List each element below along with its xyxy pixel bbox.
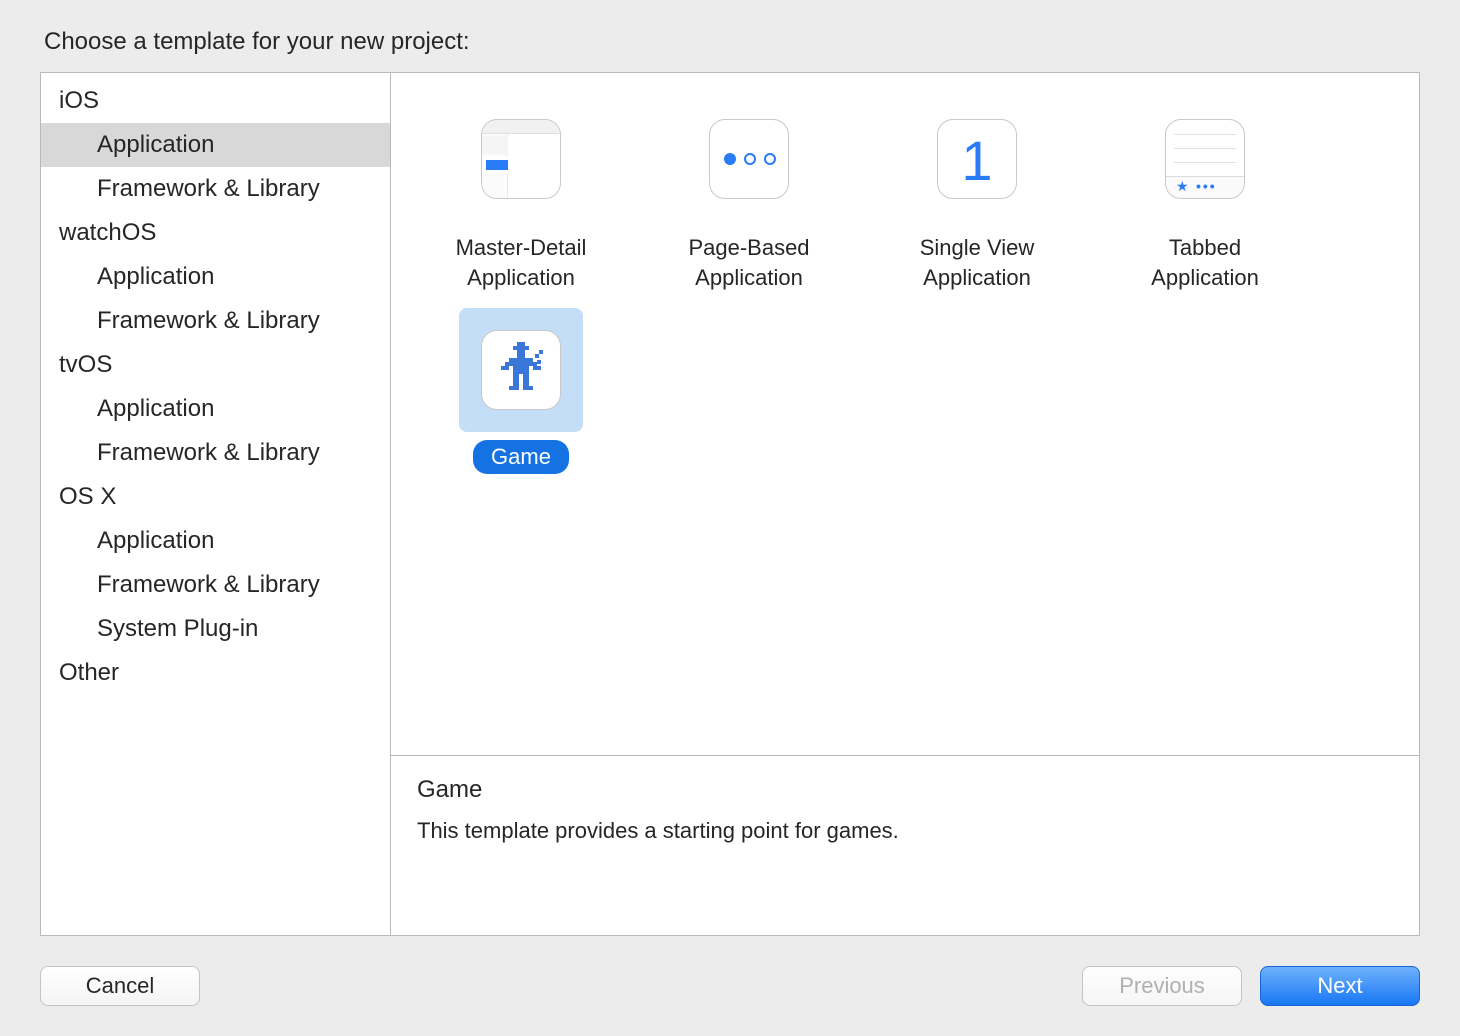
sidebar-item-watchos-application[interactable]: Application [41, 255, 390, 299]
master-detail-icon [481, 119, 561, 199]
template-label: Single View Application [877, 229, 1077, 296]
sidebar-header-other[interactable]: Other [41, 651, 390, 695]
template-label: Master-Detail Application [421, 229, 621, 296]
sidebar-item-tvos-framework[interactable]: Framework & Library [41, 431, 390, 475]
description-pane: Game This template provides a starting p… [391, 755, 1419, 935]
template-label: Game [473, 440, 569, 474]
sidebar-item-osx-application[interactable]: Application [41, 519, 390, 563]
next-button[interactable]: Next [1260, 966, 1420, 1006]
sidebar-header-tvos: tvOS [41, 343, 390, 387]
template-single-view[interactable]: 1 Single View Application [877, 91, 1077, 296]
platform-sidebar: iOS Application Framework & Library watc… [41, 73, 391, 935]
main-panel: iOS Application Framework & Library watc… [40, 72, 1420, 936]
cancel-button[interactable]: Cancel [40, 966, 200, 1006]
sidebar-item-watchos-framework[interactable]: Framework & Library [41, 299, 390, 343]
sidebar-header-osx: OS X [41, 475, 390, 519]
page-based-icon [709, 119, 789, 199]
dialog-footer: Cancel Previous Next [40, 936, 1420, 1006]
sidebar-item-ios-application[interactable]: Application [41, 123, 390, 167]
previous-button: Previous [1082, 966, 1242, 1006]
sidebar-item-osx-framework[interactable]: Framework & Library [41, 563, 390, 607]
sidebar-item-osx-plugin[interactable]: System Plug-in [41, 607, 390, 651]
template-master-detail[interactable]: Master-Detail Application [421, 91, 621, 296]
template-main: Master-Detail Application Page-Based App… [391, 73, 1419, 935]
sidebar-item-tvos-application[interactable]: Application [41, 387, 390, 431]
template-page-based[interactable]: Page-Based Application [649, 91, 849, 296]
template-chooser-dialog: Choose a template for your new project: … [0, 0, 1460, 1036]
template-label: Page-Based Application [649, 229, 849, 296]
template-grid: Master-Detail Application Page-Based App… [391, 73, 1419, 755]
description-title: Game [417, 776, 1393, 804]
description-body: This template provides a starting point … [417, 818, 1393, 844]
single-view-icon: 1 [937, 119, 1017, 199]
dialog-title: Choose a template for your new project: [40, 28, 1420, 56]
template-tabbed[interactable]: ★ ••• Tabbed Application [1105, 91, 1305, 296]
tabbed-icon: ★ ••• [1165, 119, 1245, 199]
game-icon [481, 330, 561, 410]
template-game[interactable]: Game [421, 302, 621, 474]
sidebar-item-ios-framework[interactable]: Framework & Library [41, 167, 390, 211]
template-label: Tabbed Application [1105, 229, 1305, 296]
sidebar-header-watchos: watchOS [41, 211, 390, 255]
sidebar-header-ios: iOS [41, 79, 390, 123]
